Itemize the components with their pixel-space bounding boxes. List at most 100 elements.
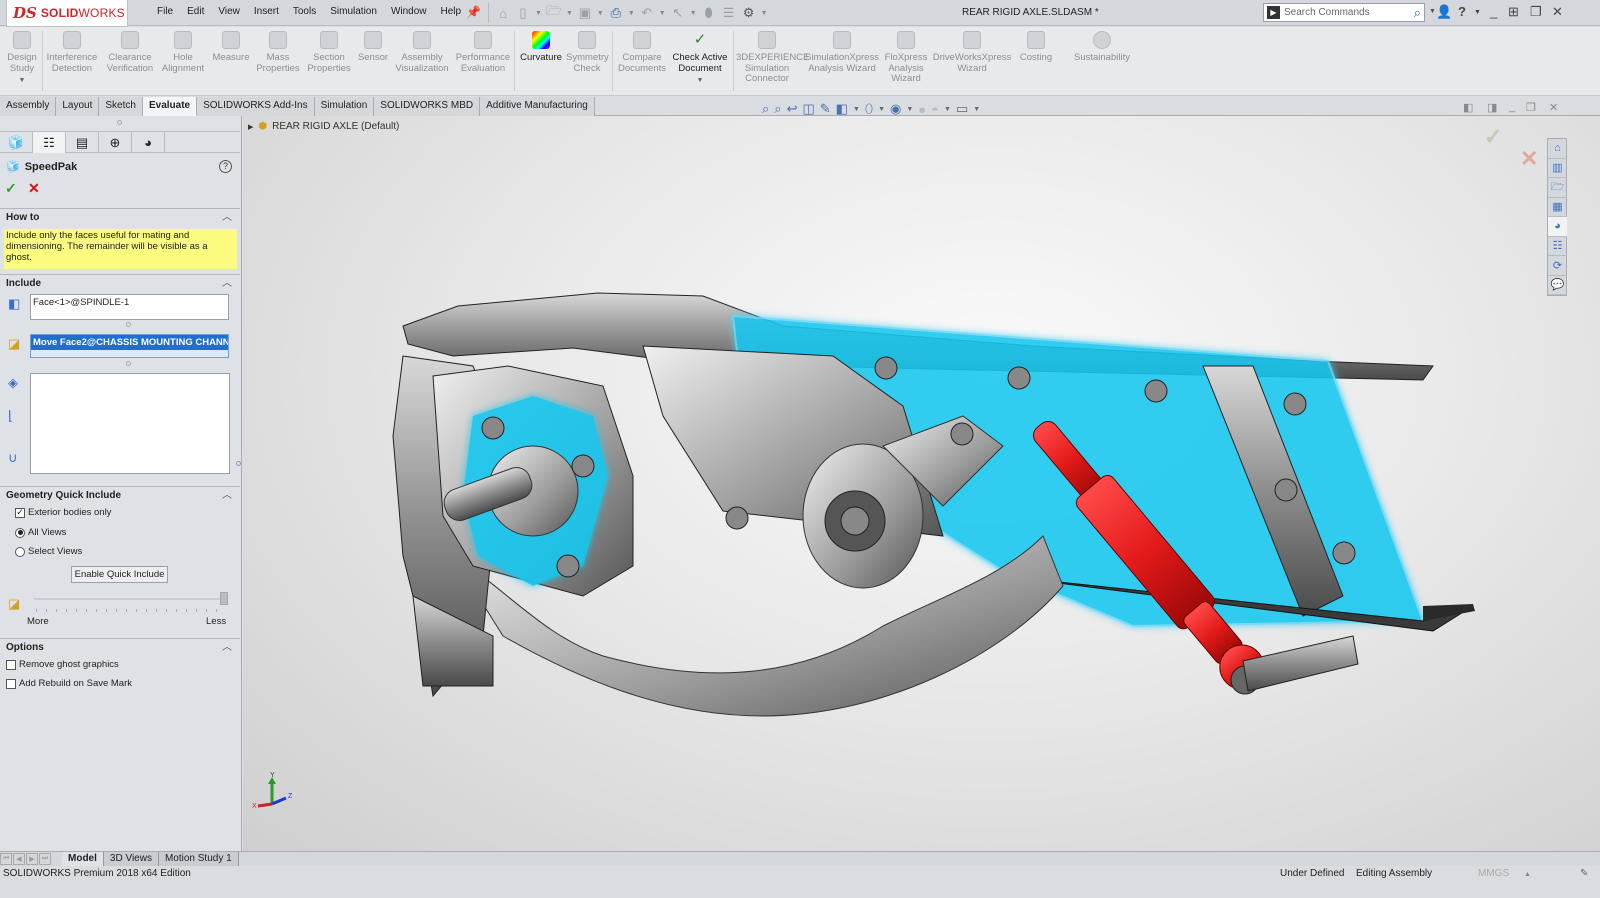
list-resize-handle[interactable]: [126, 322, 131, 327]
menu-help[interactable]: Help: [434, 6, 469, 17]
menu-view[interactable]: View: [211, 6, 247, 17]
collapse-chevron-icon[interactable]: ︿: [222, 487, 232, 505]
select-icon[interactable]: ↖: [670, 5, 686, 21]
view-settings-icon[interactable]: ▭: [956, 101, 968, 117]
solidworks-resources-icon[interactable]: ⌂: [1548, 139, 1567, 159]
remove-ghost-graphics-checkbox[interactable]: Remove ghost graphics: [6, 659, 119, 670]
confirmation-corner-ok-icon[interactable]: ✓: [1484, 124, 1502, 150]
performance-evaluation-button[interactable]: Performance Evaluation: [454, 31, 512, 74]
file-explorer-icon[interactable]: 🗁: [1548, 178, 1567, 198]
restore-icon[interactable]: ❐: [1530, 4, 1542, 20]
unit-system-dropdown-icon[interactable]: ▲: [1524, 871, 1531, 878]
menu-simulation[interactable]: Simulation: [323, 6, 384, 17]
collapse-chevron-icon[interactable]: ︿: [222, 275, 232, 293]
curvature-button[interactable]: Curvature: [518, 31, 564, 64]
search-icon[interactable]: ⌕: [1414, 5, 1424, 21]
appearances-scenes-icon[interactable]: ◕: [1548, 217, 1567, 237]
options-section-header[interactable]: Options ︿: [0, 638, 240, 656]
zoom-to-fit-icon[interactable]: ⌕: [762, 101, 769, 117]
panel-collapse-handle[interactable]: [236, 461, 241, 466]
customize-status-icon[interactable]: ✎: [1580, 868, 1588, 879]
new-document-icon[interactable]: ▯: [515, 5, 531, 21]
feature-manager-tab[interactable]: 🧊: [0, 132, 33, 153]
display-style-icon[interactable]: ⬯: [865, 101, 873, 117]
check-active-document-button[interactable]: ✓ Check Active Document ▼: [670, 31, 730, 87]
close-icon[interactable]: ✕: [1552, 4, 1563, 20]
graphics-area[interactable]: [243, 116, 1600, 853]
split-left-icon[interactable]: ◧: [1463, 101, 1473, 114]
new-dropdown[interactable]: ▼: [535, 10, 542, 17]
include-section-header[interactable]: Include ︿: [0, 274, 240, 292]
simulationxpress-button[interactable]: SimulationXpress Analysis Wizard: [804, 31, 880, 74]
assembly-name[interactable]: REAR RIGID AXLE (Default): [272, 121, 399, 132]
3dexperience-connector-button[interactable]: 3DEXPERIENCE Simulation Connector: [736, 31, 809, 85]
tab-assembly[interactable]: Assembly: [0, 97, 57, 116]
faces-to-include-list[interactable]: Face<1>@SPINDLE-1: [30, 294, 229, 320]
tab-evaluate[interactable]: Evaluate: [142, 97, 198, 116]
symmetry-check-button[interactable]: Symmetry Check: [566, 31, 609, 74]
design-library-icon[interactable]: ▥: [1548, 159, 1567, 178]
howto-section-header[interactable]: How to ︿: [0, 208, 240, 226]
enable-quick-include-button[interactable]: Enable Quick Include: [71, 566, 168, 583]
menu-insert[interactable]: Insert: [247, 6, 286, 17]
assembly-model-render[interactable]: [243, 116, 1600, 853]
dynamic-annotation-icon[interactable]: ✎: [820, 101, 831, 117]
dimxpert-manager-tab[interactable]: ⊕: [99, 132, 132, 153]
clearance-verification-button[interactable]: Clearance Verification: [102, 31, 158, 74]
viewport-minimize-icon[interactable]: _: [1509, 101, 1515, 113]
3dexperience-marketplace-icon[interactable]: ⟳: [1548, 256, 1567, 276]
property-manager-tab[interactable]: ☷: [33, 132, 66, 153]
configuration-manager-tab[interactable]: ▤: [66, 132, 99, 153]
sustainability-button[interactable]: Sustainability: [1070, 31, 1134, 64]
viewport-close-icon[interactable]: ✕: [1549, 101, 1558, 114]
list-resize-handle[interactable]: [126, 361, 131, 366]
display-style-dropdown[interactable]: ▼: [878, 106, 885, 113]
save-icon[interactable]: ▣: [577, 5, 593, 21]
menu-window[interactable]: Window: [384, 6, 434, 17]
cancel-x-button[interactable]: ✕: [28, 180, 40, 197]
tab-layout[interactable]: Layout: [56, 97, 100, 116]
file-properties-icon[interactable]: ☰: [721, 5, 737, 21]
viewport-restore-icon[interactable]: ❐: [1526, 101, 1536, 114]
tab-solidworks-add-ins[interactable]: SOLIDWORKS Add-Ins: [197, 97, 315, 116]
collapse-chevron-icon[interactable]: ︿: [222, 639, 232, 657]
search-dropdown-icon[interactable]: ▼: [1429, 8, 1436, 15]
mass-properties-button[interactable]: Mass Properties: [254, 31, 302, 74]
pin-icon[interactable]: 📌: [466, 5, 481, 19]
menu-edit[interactable]: Edit: [180, 6, 211, 17]
prev-tab-icon[interactable]: ◀: [13, 853, 25, 865]
rebuild-icon[interactable]: ⬮: [701, 5, 717, 21]
expand-arrow-icon[interactable]: ▶: [248, 123, 253, 131]
costing-button[interactable]: Costing: [1016, 31, 1056, 64]
panel-splitter-handle[interactable]: [117, 120, 122, 125]
open-dropdown[interactable]: ▼: [566, 10, 573, 17]
minimize-icon[interactable]: _: [1490, 4, 1497, 19]
collapse-chevron-icon[interactable]: ︿: [222, 209, 232, 227]
tab-sketch[interactable]: Sketch: [99, 97, 143, 116]
hide-show-dropdown[interactable]: ▼: [906, 106, 913, 113]
apply-scene-icon[interactable]: ◓: [931, 102, 939, 117]
ok-checkmark-button[interactable]: ✓: [5, 180, 17, 197]
all-views-radio[interactable]: All Views: [15, 527, 66, 538]
geometry-quick-include-header[interactable]: Geometry Quick Include ︿: [0, 486, 240, 504]
tab-3d-views[interactable]: 3D Views: [103, 852, 159, 866]
open-icon[interactable]: 🗁: [546, 3, 562, 21]
bodies-to-include-list[interactable]: Move Face2@CHASSIS MOUNTING CHANNEL-1: [30, 334, 229, 358]
home-icon[interactable]: ⌂: [495, 5, 511, 21]
add-rebuild-on-save-checkbox[interactable]: Add Rebuild on Save Mark: [6, 678, 132, 689]
confirmation-corner-cancel-icon[interactable]: ✕: [1520, 146, 1538, 172]
section-properties-button[interactable]: Section Properties: [304, 31, 354, 74]
custom-properties-icon[interactable]: ☷: [1548, 237, 1567, 256]
last-tab-icon[interactable]: ⏭: [39, 853, 51, 865]
select-dropdown[interactable]: ▼: [690, 10, 697, 17]
apply-scene-dropdown[interactable]: ▼: [944, 106, 951, 113]
selected-body-item[interactable]: Move Face2@CHASSIS MOUNTING CHANNEL-1: [31, 335, 228, 350]
help-icon[interactable]: ?: [1458, 4, 1466, 19]
tab-solidworks-mbd[interactable]: SOLIDWORKS MBD: [374, 97, 481, 116]
next-tab-icon[interactable]: ▶: [26, 853, 38, 865]
view-settings-dropdown[interactable]: ▼: [973, 106, 980, 113]
design-study-dropdown[interactable]: ▼: [4, 76, 40, 87]
hide-show-items-icon[interactable]: ◉: [890, 101, 901, 117]
design-study-button[interactable]: Design Study ▼: [4, 31, 40, 87]
tab-motion-study-1[interactable]: Motion Study 1: [158, 852, 239, 866]
